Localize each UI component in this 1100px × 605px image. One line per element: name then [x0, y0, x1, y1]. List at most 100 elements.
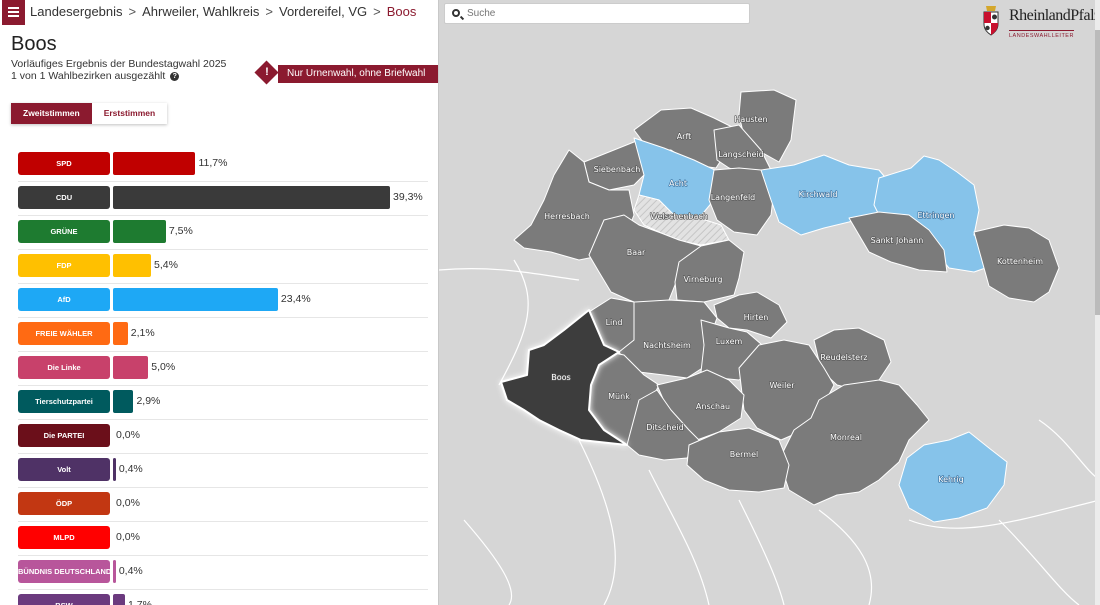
map-label-kirchwald: Kirchwald — [799, 190, 838, 199]
breadcrumb-landesergebnis[interactable]: Landesergebnis — [30, 4, 123, 19]
result-bar — [113, 594, 125, 605]
menu-button[interactable] — [2, 0, 25, 25]
result-percentage: 0,4% — [118, 565, 143, 577]
map-label-hausten: Hausten — [734, 115, 767, 124]
map-label-acht: Acht — [669, 179, 687, 188]
map-label-ettringen: Ettringen — [918, 211, 955, 220]
result-percentage: 5,0% — [151, 361, 176, 373]
map-label-langscheid: Langscheid — [718, 150, 763, 159]
party-row[interactable]: Die PARTEI 0,0% — [18, 420, 428, 454]
party-row[interactable]: SPD 11,7% — [18, 148, 428, 182]
party-label: CDU — [18, 186, 110, 209]
tab-zweitstimmen[interactable]: Zweitstimmen — [11, 103, 92, 124]
map-scrollbar[interactable] — [1095, 0, 1100, 605]
notice-text: Nur Urnenwahl, ohne Briefwahl — [278, 65, 438, 83]
map-label-ditscheid: Ditscheid — [646, 423, 683, 432]
breadcrumb-separator: > — [373, 4, 381, 19]
exclamation-icon: ! — [265, 66, 269, 78]
result-bar — [113, 560, 116, 583]
map-label-weiler: Weiler — [769, 381, 795, 390]
coat-of-arms-icon — [983, 6, 999, 36]
result-bar — [113, 186, 390, 209]
map-label-nachtsheim: Nachtsheim — [643, 341, 691, 350]
map-label-sankt-johann: Sankt Johann — [871, 236, 924, 245]
count-text: 1 von 1 Wahlbezirken ausgezählt — [11, 70, 166, 82]
breadcrumb-vg[interactable]: Vordereifel, VG — [279, 4, 367, 19]
hamburger-icon-line — [8, 11, 19, 13]
result-percentage: 7,5% — [168, 225, 193, 237]
breadcrumb-current: Boos — [386, 4, 417, 19]
municipality-shapes — [500, 89, 1060, 523]
map-label-kottenheim: Kottenheim — [997, 257, 1043, 266]
map-panel[interactable]: Hausten Arft Langscheid Siebenbach Acht … — [439, 0, 1100, 605]
result-percentage: 0,0% — [116, 497, 140, 509]
result-bar — [113, 390, 134, 413]
party-label: FREIE WÄHLER — [18, 322, 110, 345]
party-label: AfD — [18, 288, 110, 311]
party-row[interactable]: CDU 39,3% — [18, 182, 428, 216]
party-label: Tierschutzpartei — [18, 390, 110, 413]
result-percentage: 0,0% — [116, 531, 140, 543]
rlp-logo: RheinlandPfalz LANDESWAHLLEITER — [980, 6, 1100, 40]
breadcrumb-wahlkreis[interactable]: Ahrweiler, Wahlkreis — [142, 4, 259, 19]
map-label-muenk: Münk — [608, 392, 630, 401]
breadcrumb-separator: > — [128, 4, 137, 19]
hamburger-icon-line — [8, 7, 19, 9]
results-bar-chart: SPD 11,7% CDU 39,3% GRÜNE 7,5% FDP 5,4% AfD 23,4%… — [18, 148, 428, 605]
party-label: FDP — [18, 254, 110, 277]
election-subtitle: Vorläufiges Ergebnis der Bundestagwahl 2… — [11, 58, 227, 70]
map-label-langenfeld: Langenfeld — [711, 193, 756, 202]
scrollbar-thumb[interactable] — [1095, 30, 1100, 315]
party-row[interactable]: FREIE WÄHLER 2,1% — [18, 318, 428, 352]
result-bar — [113, 458, 116, 481]
tab-erststimmen[interactable]: Erststimmen — [91, 103, 168, 124]
result-bar — [113, 356, 149, 379]
party-row[interactable]: Volt 0,4% — [18, 454, 428, 488]
party-row[interactable]: MLPD 0,0% — [18, 522, 428, 556]
result-percentage: 0,0% — [116, 429, 140, 441]
map-label-virneburg: Virneburg — [683, 275, 722, 284]
party-label: BÜNDNIS DEUTSCHLAND — [18, 560, 110, 583]
result-bar — [113, 220, 166, 243]
breadcrumb: Landesergebnis > Ahrweiler, Wahlkreis > Vord… — [30, 4, 416, 19]
result-percentage: 1,7% — [127, 599, 152, 605]
party-label: Die Linke — [18, 356, 110, 379]
map-label-monreal: Monreal — [830, 433, 862, 442]
logo-subtitle: LANDESWAHLLEITER — [1009, 30, 1074, 39]
result-bar — [113, 152, 196, 175]
search-icon[interactable] — [452, 9, 460, 17]
map-label-anschau: Anschau — [696, 402, 730, 411]
map-label-luxem: Luxem — [716, 337, 743, 346]
count-status: 1 von 1 Wahlbezirken ausgezählt ? — [11, 70, 180, 82]
results-panel: Landesergebnis > Ahrweiler, Wahlkreis > Vord… — [0, 0, 438, 605]
party-label: GRÜNE — [18, 220, 110, 243]
map-label-lind: Lind — [606, 318, 623, 327]
help-icon[interactable]: ? — [170, 71, 180, 81]
result-percentage: 23,4% — [280, 293, 311, 305]
party-row[interactable]: Tierschutzpartei 2,9% — [18, 386, 428, 420]
party-row[interactable]: BSW 1,7% — [18, 590, 428, 605]
party-label: Die PARTEI — [18, 424, 110, 447]
search-box[interactable] — [444, 3, 750, 24]
map-label-reudelsterz: Reudelsterz — [820, 353, 867, 362]
party-row[interactable]: BÜNDNIS DEUTSCHLAND 0,4% — [18, 556, 428, 590]
map-label-boos: Boos — [551, 373, 570, 382]
result-percentage: 0,4% — [118, 463, 143, 475]
hamburger-icon-line — [8, 15, 19, 17]
logo-name: RheinlandPfalz — [1009, 7, 1100, 24]
party-row[interactable]: FDP 5,4% — [18, 250, 428, 284]
party-row[interactable]: AfD 23,4% — [18, 284, 428, 318]
map-label-herresbach: Herresbach — [544, 212, 590, 221]
map-label-welschenbach: Welschenbach — [650, 212, 708, 221]
party-row[interactable]: GRÜNE 7,5% — [18, 216, 428, 250]
page-title: Boos — [11, 33, 57, 55]
breadcrumb-separator: > — [265, 4, 273, 19]
map-label-arft: Arft — [677, 132, 692, 141]
vote-type-tabs: Zweitstimmen Erststimmen — [11, 103, 168, 124]
party-label: SPD — [18, 152, 110, 175]
result-percentage: 5,4% — [154, 259, 178, 271]
party-row[interactable]: ÖDP 0,0% — [18, 488, 428, 522]
party-row[interactable]: Die Linke 5,0% — [18, 352, 428, 386]
search-input[interactable] — [467, 6, 737, 21]
municipality-map[interactable]: Hausten Arft Langscheid Siebenbach Acht … — [439, 0, 1100, 605]
